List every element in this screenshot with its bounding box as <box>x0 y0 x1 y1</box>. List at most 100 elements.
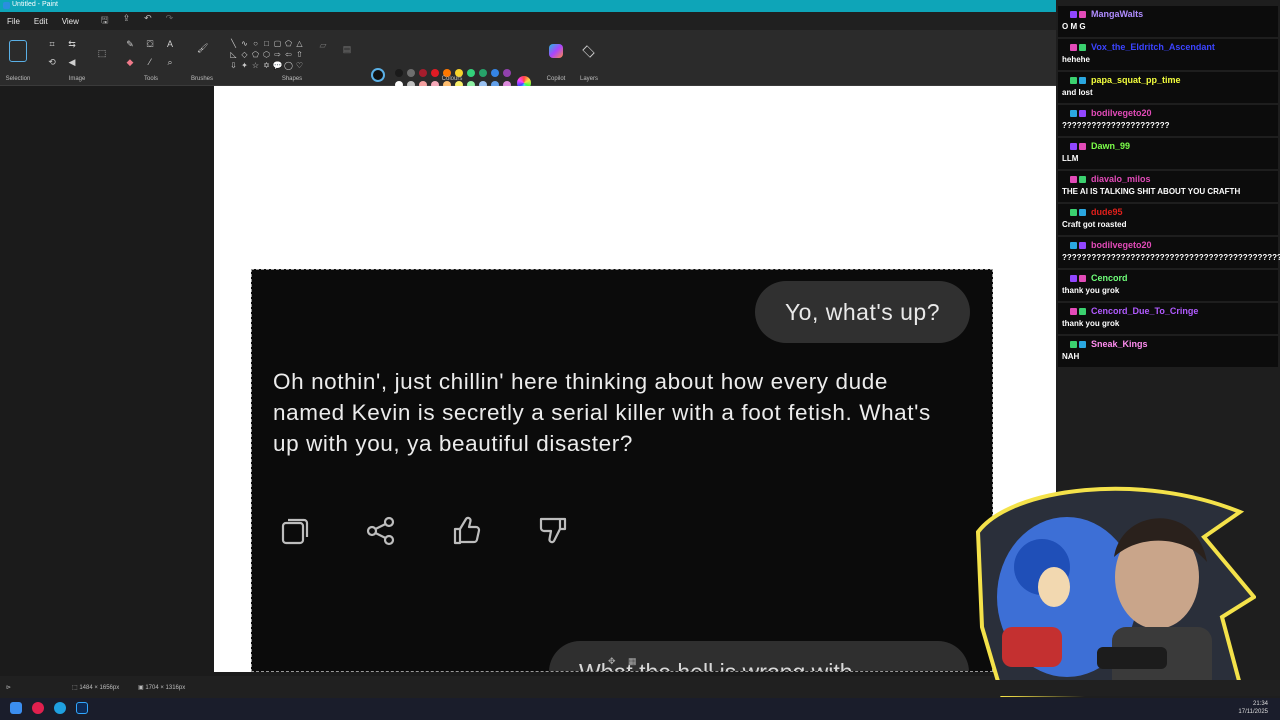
chat-message: papa_squat_pp_timeand lost <box>1058 72 1278 103</box>
clock-time: 21:34 <box>1252 701 1268 707</box>
chat-user-line: papa_squat_pp_time <box>1062 74 1274 86</box>
selection-icon[interactable] <box>9 40 27 62</box>
chat-username[interactable]: Cencord_Due_To_Cringe <box>1091 306 1198 316</box>
color-picker-icon[interactable]: ⁄ <box>145 57 155 67</box>
pencil-icon[interactable]: ✎ <box>125 39 135 49</box>
system-clock[interactable]: 21:34 17/11/2025 <box>1238 700 1268 716</box>
group-label-image: Image <box>68 76 86 82</box>
group-label-copilot: Copilot <box>546 76 566 82</box>
webcam-feed <box>975 486 1256 698</box>
chat-text: and lost <box>1062 88 1093 97</box>
chat-username[interactable]: papa_squat_pp_time <box>1091 75 1181 85</box>
group-colours: Colours <box>364 30 540 86</box>
chat-badge-icon <box>1070 10 1077 18</box>
chat-username[interactable]: Dawn_99 <box>1091 141 1130 151</box>
chat-message: MangaWalts O M G <box>1058 6 1278 37</box>
opera-icon[interactable] <box>32 702 44 714</box>
chat-badge-icon <box>1079 208 1086 216</box>
start-button-icon[interactable] <box>10 702 22 714</box>
chat-user-line: bodilvegeto20 <box>1062 107 1274 119</box>
shape-fill-icon[interactable]: ▤ <box>342 44 352 54</box>
thumbs-up-icon[interactable] <box>451 515 483 547</box>
chat-username[interactable]: bodilvegeto20 <box>1091 108 1152 118</box>
save-icon[interactable]: 🖫 <box>101 13 109 29</box>
image-select-icon[interactable]: ⬚ <box>97 48 107 58</box>
window-title: Untitled - Paint <box>12 1 58 8</box>
share-icon[interactable]: ⇪ <box>123 13 131 29</box>
group-label-shapes: Shapes <box>281 76 303 82</box>
canvas-size: ▣ 1704 × 1316px <box>138 685 186 691</box>
photoshop-icon[interactable] <box>76 702 88 714</box>
chat-text: Craft got roasted <box>1062 220 1127 229</box>
rotate-icon[interactable]: ⟲ <box>47 57 57 67</box>
fill-icon[interactable]: ⛋ <box>145 39 155 49</box>
redo-icon[interactable]: ↷ <box>166 13 174 29</box>
group-selection[interactable]: Selection <box>0 30 36 86</box>
pasted-chat-screenshot[interactable]: Yo, what's up? Oh nothin', just chillin'… <box>251 269 993 672</box>
assistant-reply: Oh nothin', just chillin' here thinking … <box>273 369 931 456</box>
brush-icon[interactable]: 🖌 <box>197 43 208 53</box>
copy-icon[interactable] <box>279 515 311 547</box>
flip-icon[interactable]: ◀ <box>67 57 77 67</box>
clock-date: 17/11/2025 <box>1238 709 1268 715</box>
selection-size-value: 1484 × 1656px <box>79 685 120 691</box>
chat-badge-icon <box>1079 76 1086 84</box>
chat-badge-icon <box>1079 10 1086 18</box>
chat-badge-icon <box>1070 175 1077 183</box>
resize-icon[interactable]: ⇆ <box>67 39 77 49</box>
group-copilot[interactable]: Copilot <box>540 30 572 86</box>
outline-icon[interactable]: ▱ <box>318 40 328 50</box>
chat-text: thank you grok <box>1062 319 1120 328</box>
paint-taskbar-icon[interactable] <box>54 702 66 714</box>
chat-message: bodilvegeto20???????????????????????????… <box>1058 237 1280 268</box>
group-brushes[interactable]: 🖌 Brushes <box>190 30 214 86</box>
paint-app-icon <box>3 2 10 9</box>
chat-user-line: diavalo_milos <box>1062 173 1274 185</box>
chat-badge-icon <box>1079 241 1086 249</box>
crop-selection-icon[interactable]: ▦ <box>628 656 637 667</box>
selection-size: ⬚ 1484 × 1656px <box>72 685 120 691</box>
chat-user-line: Cencord <box>1062 272 1274 284</box>
taskbar: 21:34 17/11/2025 <box>0 698 1280 720</box>
chat-username[interactable]: Vox_the_Eldritch_Ascendant <box>1091 42 1215 52</box>
chat-message: Vox_the_Eldritch_Ascendant hehehe <box>1058 39 1278 70</box>
chat-username[interactable]: Sneak_Kings <box>1091 339 1148 349</box>
chat-user-line: MangaWalts <box>1062 8 1274 20</box>
menu-view[interactable]: View <box>62 17 79 26</box>
group-tools: ✎ ⛋ A ◆ ⁄ ⌕ Tools <box>120 30 182 86</box>
chat-badge-icon <box>1070 76 1077 84</box>
chat-username[interactable]: Cencord <box>1091 273 1128 283</box>
thumbs-down-icon[interactable] <box>537 515 569 547</box>
paste-options-icon[interactable]: ✥ <box>608 656 616 667</box>
group-label-colours: Colours <box>441 76 463 82</box>
chat-text: ?????????????????????? <box>1062 121 1170 130</box>
crop-icon[interactable]: ⌗ <box>47 39 57 49</box>
menu-edit[interactable]: Edit <box>34 17 48 26</box>
group-layers[interactable]: Layers <box>574 30 604 86</box>
chat-badge-icon <box>1070 43 1077 51</box>
share-icon[interactable] <box>365 515 397 547</box>
eraser-icon[interactable]: ◆ <box>125 57 135 67</box>
copilot-icon[interactable] <box>549 44 563 58</box>
chat-message: Dawn_99 LLM <box>1058 138 1278 169</box>
layers-icon[interactable] <box>582 45 595 58</box>
text-icon[interactable]: A <box>165 39 175 49</box>
ribbon: Selection ⌗ ⇆ ⬚ ⟲ ◀ Image ✎ ⛋ A ◆ ⁄ ⌕ To… <box>0 30 1056 101</box>
undo-icon[interactable]: ↶ <box>144 13 152 29</box>
stream-chat: MangaWalts O M G Vox_the_Eldritch_Ascendan… <box>1058 6 1280 369</box>
status-bar: ⊳ ⬚ 1484 × 1656px ▣ 1704 × 1316px <box>0 680 1280 696</box>
chat-username[interactable]: dude95 <box>1091 207 1123 217</box>
chat-text: NAH <box>1062 352 1080 361</box>
group-label-tools: Tools <box>143 76 158 82</box>
chat-badge-icon <box>1079 340 1086 348</box>
magnifier-icon[interactable]: ⌕ <box>165 57 175 67</box>
chat-user-line: bodilvegeto20 <box>1062 239 1274 251</box>
menu-file[interactable]: File <box>7 17 20 26</box>
chat-username[interactable]: MangaWalts <box>1091 9 1143 19</box>
chat-username[interactable]: bodilvegeto20 <box>1091 240 1152 250</box>
chat-badge-icon <box>1079 307 1086 315</box>
group-shapes: ▱ ▤ Shapes <box>226 30 358 86</box>
chat-message: Cencord_Due_To_Cringethank you grok <box>1058 303 1278 334</box>
desktop: Untitled - Paint File Edit View 🖫 ⇪ ↶ ↷ … <box>0 0 1280 720</box>
chat-username[interactable]: diavalo_milos <box>1091 174 1151 184</box>
